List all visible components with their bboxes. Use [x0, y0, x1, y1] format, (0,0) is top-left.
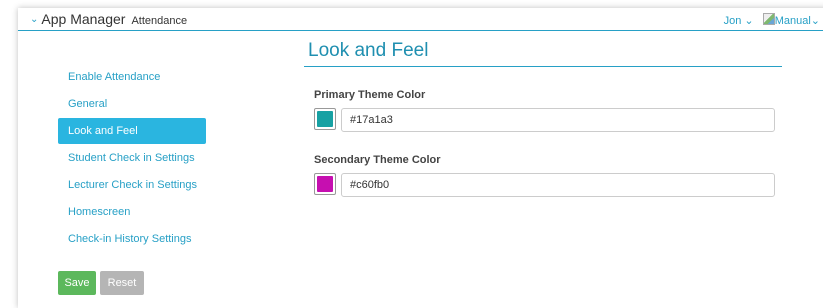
top-right-menu: Jon ⌄ Manual⌄ — [718, 13, 820, 27]
secondary-color-input[interactable] — [341, 173, 775, 197]
title-divider — [304, 66, 782, 67]
settings-sidebar: Enable Attendance General Look and Feel … — [58, 64, 206, 253]
secondary-color-fill — [317, 176, 333, 192]
sidebar-item-general[interactable]: General — [58, 91, 206, 117]
sidebar-item-check-in-history[interactable]: Check-in History Settings — [58, 226, 206, 252]
manual-menu[interactable]: Manual⌄ — [762, 13, 820, 27]
app-subtitle: Attendance — [131, 15, 188, 27]
secondary-color-label: Secondary Theme Color — [314, 154, 441, 166]
reset-button[interactable]: Reset — [100, 271, 144, 295]
sidebar-item-student-check-in[interactable]: Student Check in Settings — [58, 145, 206, 171]
app-brand[interactable]: ⌄ App Manager Attendance — [30, 11, 187, 27]
top-bar: ⌄ App Manager Attendance Jon ⌄ Manual⌄ — [18, 8, 823, 31]
sidebar-item-look-and-feel[interactable]: Look and Feel — [58, 118, 206, 144]
chevron-down-icon[interactable]: ⌄ — [30, 14, 38, 25]
primary-color-label: Primary Theme Color — [314, 89, 426, 101]
broken-image-icon — [762, 13, 775, 25]
save-button[interactable]: Save — [58, 271, 96, 295]
page-title: Look and Feel — [308, 40, 429, 61]
primary-color-input[interactable] — [341, 108, 775, 132]
sidebar-item-homescreen[interactable]: Homescreen — [58, 199, 206, 225]
app-title: App Manager — [41, 11, 126, 27]
primary-color-swatch[interactable] — [314, 108, 336, 130]
user-name: Jon — [723, 15, 742, 27]
user-menu[interactable]: Jon ⌄ — [724, 15, 754, 27]
chevron-down-icon: ⌄ — [810, 15, 820, 27]
sidebar-item-enable-attendance[interactable]: Enable Attendance — [58, 64, 206, 90]
secondary-color-swatch[interactable] — [314, 173, 336, 195]
manual-label: Manual — [774, 15, 811, 27]
primary-color-fill — [317, 111, 333, 127]
chevron-down-icon: ⌄ — [744, 15, 754, 27]
sidebar-item-lecturer-check-in[interactable]: Lecturer Check in Settings — [58, 172, 206, 198]
